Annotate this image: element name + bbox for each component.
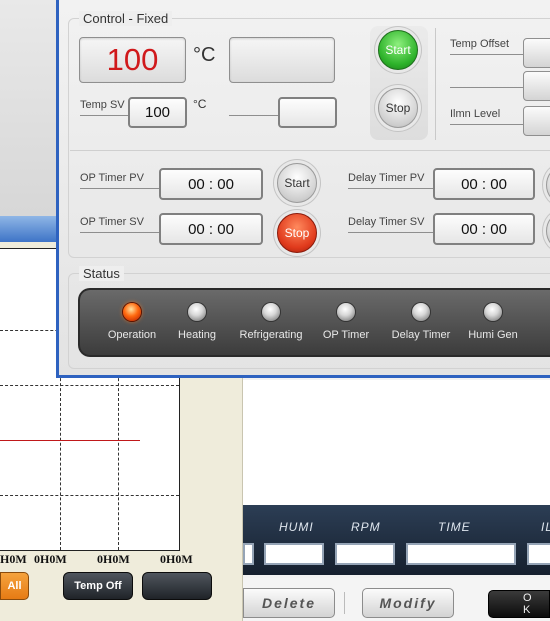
op-timer-sv-input[interactable]: 00 : 00: [159, 213, 263, 245]
status-item-operation: Operation: [96, 303, 168, 341]
temp-pv-unit: °C: [193, 44, 216, 66]
status-item-op-timer: OP Timer: [310, 303, 382, 341]
column-header-rpm: RPM: [351, 520, 381, 534]
table-cell-input[interactable]: [243, 543, 254, 565]
op-timer-pv-label: OP Timer PV: [80, 172, 144, 184]
humi-input[interactable]: [264, 543, 324, 565]
x-axis-label: 0H0M: [0, 552, 27, 566]
status-item-refrigerating: Refrigerating: [228, 303, 314, 341]
op-timer-start-button[interactable]: Start: [277, 163, 317, 203]
separator: [80, 115, 128, 116]
temp-offset-label: Temp Offset: [450, 38, 510, 50]
temp-sv-label: Temp SV: [80, 99, 125, 111]
temp-off-button[interactable]: Temp Off: [63, 572, 133, 600]
status-label: Operation: [107, 329, 157, 341]
background-window-titlebar: [0, 216, 60, 242]
separator: [348, 232, 434, 233]
control-group-title: Control - Fixed: [79, 11, 173, 26]
temp-sv-unit: °C: [193, 97, 207, 111]
status-led-icon: [337, 303, 355, 321]
column-header-humi: HUMI: [279, 520, 314, 534]
start-button[interactable]: Start: [378, 30, 418, 70]
status-led-icon: [262, 303, 280, 321]
separator: [450, 54, 524, 55]
temp-offset-input[interactable]: [523, 38, 550, 68]
delay-timer-sv-label: Delay Timer SV: [348, 216, 425, 228]
status-group-title: Status: [79, 266, 124, 281]
rpm-input[interactable]: [335, 543, 395, 565]
all-button[interactable]: All: [0, 572, 29, 600]
setting-input[interactable]: [523, 71, 550, 101]
separator: [450, 124, 524, 125]
separator: [80, 232, 160, 233]
ilmn-level-label: Ilmn Level: [450, 108, 501, 120]
column-header-time: TIME: [438, 520, 471, 534]
status-label: OP Timer: [322, 329, 370, 341]
status-led-icon: [188, 303, 206, 321]
status-item-humi-gen: Humi Gen: [457, 303, 529, 341]
background-window: [0, 0, 60, 225]
temperature-trend-line: [0, 440, 140, 441]
delay-timer-pv-display: 00 : 00: [433, 168, 535, 200]
column-header-il: IL: [541, 520, 550, 534]
divider: [70, 150, 550, 151]
delete-button[interactable]: Delete: [243, 588, 335, 618]
ilmn-level-input[interactable]: [523, 106, 550, 136]
modify-button[interactable]: Modify: [362, 588, 454, 618]
divider: [435, 28, 436, 140]
time-input[interactable]: [406, 543, 516, 565]
status-led-icon: [123, 303, 141, 321]
stop-button[interactable]: Stop: [378, 88, 418, 128]
status-label: Heating: [178, 329, 216, 341]
temp-pv-display: 100: [79, 37, 186, 83]
status-item-delay-timer: Delay Timer: [383, 303, 459, 341]
separator: [229, 115, 278, 116]
temp-sv-input[interactable]: 100: [128, 97, 187, 128]
status-led-icon: [484, 303, 502, 321]
status-label: Delay Timer: [391, 329, 451, 341]
x-axis-label: 0H0M: [160, 552, 193, 566]
temp-pv-value: 100: [106, 42, 159, 77]
status-label: Humi Gen: [468, 329, 518, 341]
x-axis-label: 0H0M: [97, 552, 130, 566]
delay-timer-sv-input[interactable]: 00 : 00: [433, 213, 535, 245]
grid-line: [0, 385, 179, 386]
op-timer-stop-button[interactable]: Stop: [277, 213, 317, 253]
il-input[interactable]: [527, 543, 550, 565]
x-axis-label: 0H0M: [34, 552, 67, 566]
status-led-icon: [412, 303, 430, 321]
op-timer-pv-display: 00 : 00: [159, 168, 263, 200]
blank-button[interactable]: [142, 572, 212, 600]
content-area: [243, 380, 550, 505]
delay-timer-pv-label: Delay Timer PV: [348, 172, 425, 184]
grid-line: [0, 495, 179, 496]
blank-input[interactable]: [278, 97, 337, 128]
ok-button[interactable]: O K: [488, 590, 550, 618]
separator: [80, 188, 160, 189]
separator: [348, 188, 434, 189]
divider: [344, 592, 345, 614]
separator: [450, 87, 524, 88]
status-item-heating: Heating: [161, 303, 233, 341]
secondary-display: [229, 37, 335, 83]
status-label: Refrigerating: [239, 329, 303, 341]
op-timer-sv-label: OP Timer SV: [80, 216, 144, 228]
